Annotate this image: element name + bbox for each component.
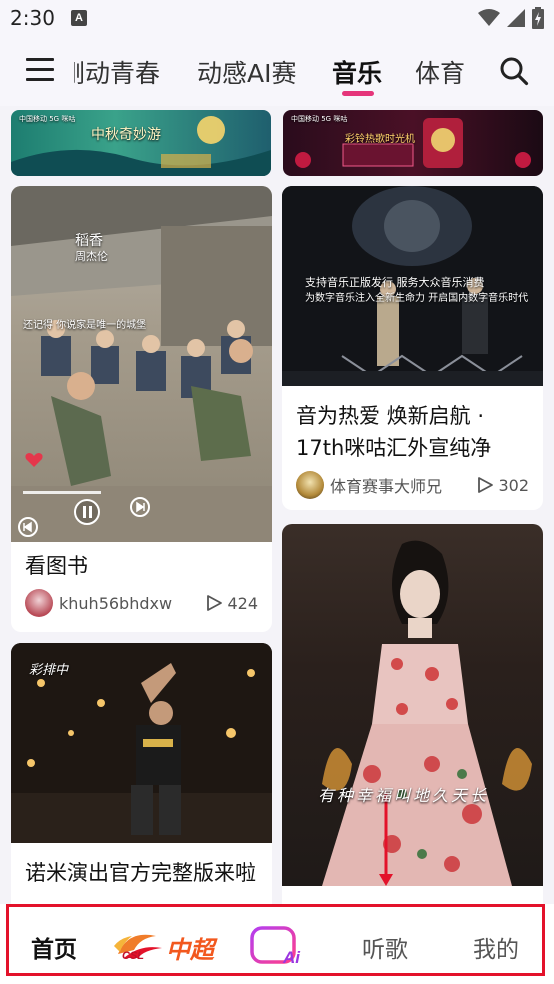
nav-csl[interactable]: CSL 中超 bbox=[110, 924, 225, 968]
play-count: 302 bbox=[476, 476, 529, 495]
banner-hit-songs[interactable]: 中国移动 5G 咪咕 彩铃热歌时光机 bbox=[283, 110, 543, 176]
avatar[interactable] bbox=[25, 589, 53, 617]
nav-music[interactable]: 听歌 bbox=[362, 930, 408, 964]
csl-label: 中超 bbox=[166, 936, 214, 964]
category-tabs: 刚动青春 动感AI赛 音乐 体育 bbox=[74, 38, 488, 106]
card-title[interactable]: 看图书 bbox=[25, 550, 258, 582]
video-thumbnail[interactable]: 稻香 周杰伦 还记得 你说家是唯一的城堡 bbox=[11, 186, 272, 542]
thumbnail-art bbox=[322, 540, 532, 886]
like-heart-icon[interactable] bbox=[25, 452, 43, 468]
video-thumbnail[interactable]: 彩排中 bbox=[11, 643, 272, 843]
create-ai-button[interactable]: Ai bbox=[249, 924, 305, 968]
card-title[interactable]: 诺米演出官方完整版来啦 bbox=[25, 857, 261, 889]
next-icon[interactable] bbox=[129, 496, 151, 518]
tab-ai-race[interactable]: 动感AI赛 bbox=[197, 54, 296, 90]
tab-sports[interactable]: 体育 bbox=[415, 54, 465, 90]
overlay-artist: 周杰伦 bbox=[75, 250, 108, 263]
banner-logo: 中国移动 5G 咪咕 bbox=[19, 115, 76, 123]
search-icon[interactable] bbox=[499, 56, 529, 86]
status-time: 2:30 bbox=[10, 6, 55, 30]
wifi-icon bbox=[478, 9, 500, 26]
top-nav: 刚动青春 动感AI赛 音乐 体育 bbox=[0, 38, 554, 106]
card-meta: 体育赛事大师兄 302 bbox=[296, 471, 529, 499]
overlay-lyric: 有种幸福叫地久天长 bbox=[318, 786, 490, 805]
card-meta: khuh56bhdxw 424 bbox=[25, 589, 258, 617]
overlay-tag: 彩排中 bbox=[29, 663, 69, 678]
avatar[interactable] bbox=[296, 471, 324, 499]
play-icon bbox=[207, 595, 223, 611]
banner-title: 中秋奇妙游 bbox=[91, 127, 161, 143]
play-count: 424 bbox=[205, 594, 258, 613]
author-name[interactable]: khuh56bhdxw bbox=[59, 594, 205, 613]
card-title[interactable]: 音为热爱 焕新启航 · 17th咪咕汇外宣纯净版... bbox=[296, 400, 532, 464]
ai-label: Ai bbox=[283, 948, 300, 967]
overlay-line-2: 为数字音乐注入全新生命力 开启国内数字音乐时代 bbox=[305, 293, 529, 304]
nav-home[interactable]: 首页 bbox=[31, 930, 77, 964]
play-count-value: 302 bbox=[498, 475, 529, 495]
bottom-nav: 首页 CSL 中超 Ai 听歌 我的 bbox=[0, 904, 554, 984]
video-thumbnail[interactable]: 有种幸福叫地久天长 bbox=[282, 524, 543, 886]
banner-logo: 中国移动 5G 咪咕 bbox=[291, 115, 348, 123]
video-card[interactable]: 支持音乐正版发行 服务大众音乐消费 为数字音乐注入全新生命力 开启国内数字音乐时… bbox=[282, 186, 543, 510]
nav-mine[interactable]: 我的 bbox=[473, 930, 519, 964]
play-count-value: 424 bbox=[227, 593, 258, 613]
progress-bar[interactable] bbox=[23, 491, 101, 494]
tab-music[interactable]: 音乐 bbox=[332, 54, 382, 90]
play-icon bbox=[478, 477, 494, 493]
tab-youth[interactable]: 刚动青春 bbox=[74, 54, 160, 90]
author-name[interactable]: 体育赛事大师兄 bbox=[330, 473, 476, 497]
overlay-lyric: 还记得 你说家是唯一的城堡 bbox=[23, 320, 147, 331]
battery-icon bbox=[532, 7, 544, 29]
thumbnail-art bbox=[11, 186, 272, 542]
active-tab-indicator bbox=[342, 91, 374, 96]
menu-icon[interactable] bbox=[26, 58, 54, 84]
banner-title: 彩铃热歌时光机 bbox=[345, 134, 415, 145]
signal-icon bbox=[507, 9, 525, 27]
status-icons bbox=[478, 7, 544, 29]
status-bar: 2:30 A bbox=[0, 0, 554, 38]
overlay-song-title: 稻香 bbox=[75, 233, 103, 249]
video-card[interactable]: 稻香 周杰伦 还记得 你说家是唯一的城堡 看图书 khuh56bhdxw 424 bbox=[11, 186, 272, 632]
notification-icon: A bbox=[71, 10, 87, 26]
video-card[interactable]: 有种幸福叫地久天长 bbox=[282, 524, 543, 914]
video-card[interactable]: 彩排中 诺米演出官方完整版来啦 bbox=[11, 643, 272, 913]
video-thumbnail[interactable]: 支持音乐正版发行 服务大众音乐消费 为数字音乐注入全新生命力 开启国内数字音乐时… bbox=[282, 186, 543, 386]
banner-mid-autumn[interactable]: 中国移动 5G 咪咕 中秋奇妙游 bbox=[11, 110, 271, 176]
previous-icon[interactable] bbox=[17, 516, 39, 538]
csl-sub-label: CSL bbox=[122, 950, 144, 962]
overlay-line-1: 支持音乐正版发行 服务大众音乐消费 bbox=[305, 276, 485, 289]
pause-icon[interactable] bbox=[73, 498, 101, 526]
